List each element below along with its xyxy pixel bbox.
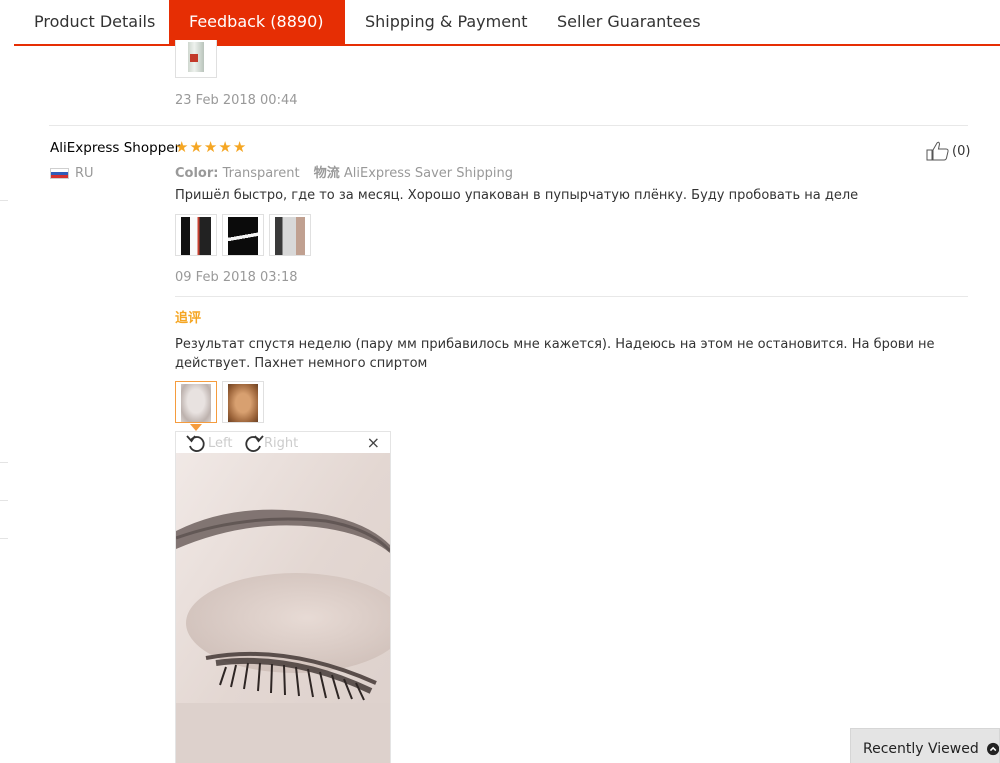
review-photo-thumbnail[interactable] [269, 214, 311, 256]
review-photo-thumbnail[interactable] [175, 214, 217, 256]
product-photo [188, 42, 204, 72]
review-divider [175, 296, 968, 297]
review-photo-thumbnail[interactable] [175, 40, 217, 78]
followup-photo-thumbnail[interactable] [222, 381, 264, 423]
star-icon: ★ [189, 138, 203, 156]
product-photo [275, 217, 305, 255]
star-icon: ★ [218, 138, 232, 156]
star-icon: ★ [232, 138, 247, 156]
helpful-button[interactable]: (0) [926, 141, 970, 161]
feedback-page: Product Details Feedback (8890) Shipping… [0, 0, 1000, 763]
recently-viewed-button[interactable]: Recently Viewed [850, 728, 1000, 763]
eyelash-photo [228, 384, 258, 422]
logistics-label: 物流 [313, 166, 340, 181]
tab-feedback[interactable]: Feedback (8890) [169, 0, 345, 44]
helpful-count: (0) [952, 143, 971, 159]
gutter-divider [0, 500, 8, 501]
eyelash-photo-large [176, 453, 390, 763]
gutter-divider [0, 538, 8, 539]
rotate-left-button[interactable]: Left [186, 433, 232, 453]
review-text: Пришёл быстро, где то за месяц. Хорошо у… [175, 188, 859, 203]
reviewer-name: AliExpress Shopper [50, 140, 181, 156]
star-icon: ★ [175, 138, 189, 156]
viewer-toolbar: Left Right × [176, 432, 390, 453]
eyelash-photo [181, 384, 211, 422]
rotate-right-icon [245, 435, 264, 452]
rotate-left-label: Left [208, 435, 233, 451]
review-date: 09 Feb 2018 03:18 [175, 270, 298, 285]
star-rating: ★ ★ ★ ★ ★ [175, 138, 246, 156]
chevron-up-icon [986, 742, 999, 755]
rotate-right-button[interactable]: Right [242, 433, 298, 453]
color-value: Transparent [222, 166, 300, 181]
tab-seller-guarantees[interactable]: Seller Guarantees [537, 0, 717, 44]
product-tabs: Product Details Feedback (8890) Shipping… [14, 0, 1000, 46]
selected-thumbnail-pointer [190, 424, 202, 431]
followup-text: Результат спустя неделю (пару мм прибави… [175, 337, 935, 371]
review-photo-thumbnail[interactable] [222, 214, 264, 256]
gutter-divider [0, 200, 8, 201]
reviewer-country: RU [75, 166, 94, 181]
photo-viewer: Left Right × [175, 431, 391, 763]
followup-photo-thumbnail-selected[interactable] [175, 381, 217, 423]
order-info: Color: Transparent 物流 AliExpress Saver S… [175, 162, 523, 181]
rotate-left-icon [186, 435, 205, 452]
logistics-value: AliExpress Saver Shipping [343, 166, 513, 181]
review-divider [49, 125, 968, 126]
star-icon: ★ [203, 138, 218, 156]
russia-flag-icon [50, 168, 69, 179]
thumbs-up-icon [926, 141, 949, 161]
product-photo [228, 217, 258, 255]
tab-shipping-payment[interactable]: Shipping & Payment [345, 0, 537, 44]
followup-label: 追评 [175, 311, 202, 326]
rotate-right-label: Right [264, 435, 299, 451]
recently-viewed-label: Recently Viewed [863, 740, 979, 757]
tab-product-details[interactable]: Product Details [14, 0, 169, 44]
product-photo [181, 217, 211, 255]
close-icon[interactable]: × [367, 433, 380, 453]
color-label: Color: [175, 166, 219, 181]
gutter-divider [0, 462, 8, 463]
review-date: 23 Feb 2018 00:44 [175, 93, 298, 108]
